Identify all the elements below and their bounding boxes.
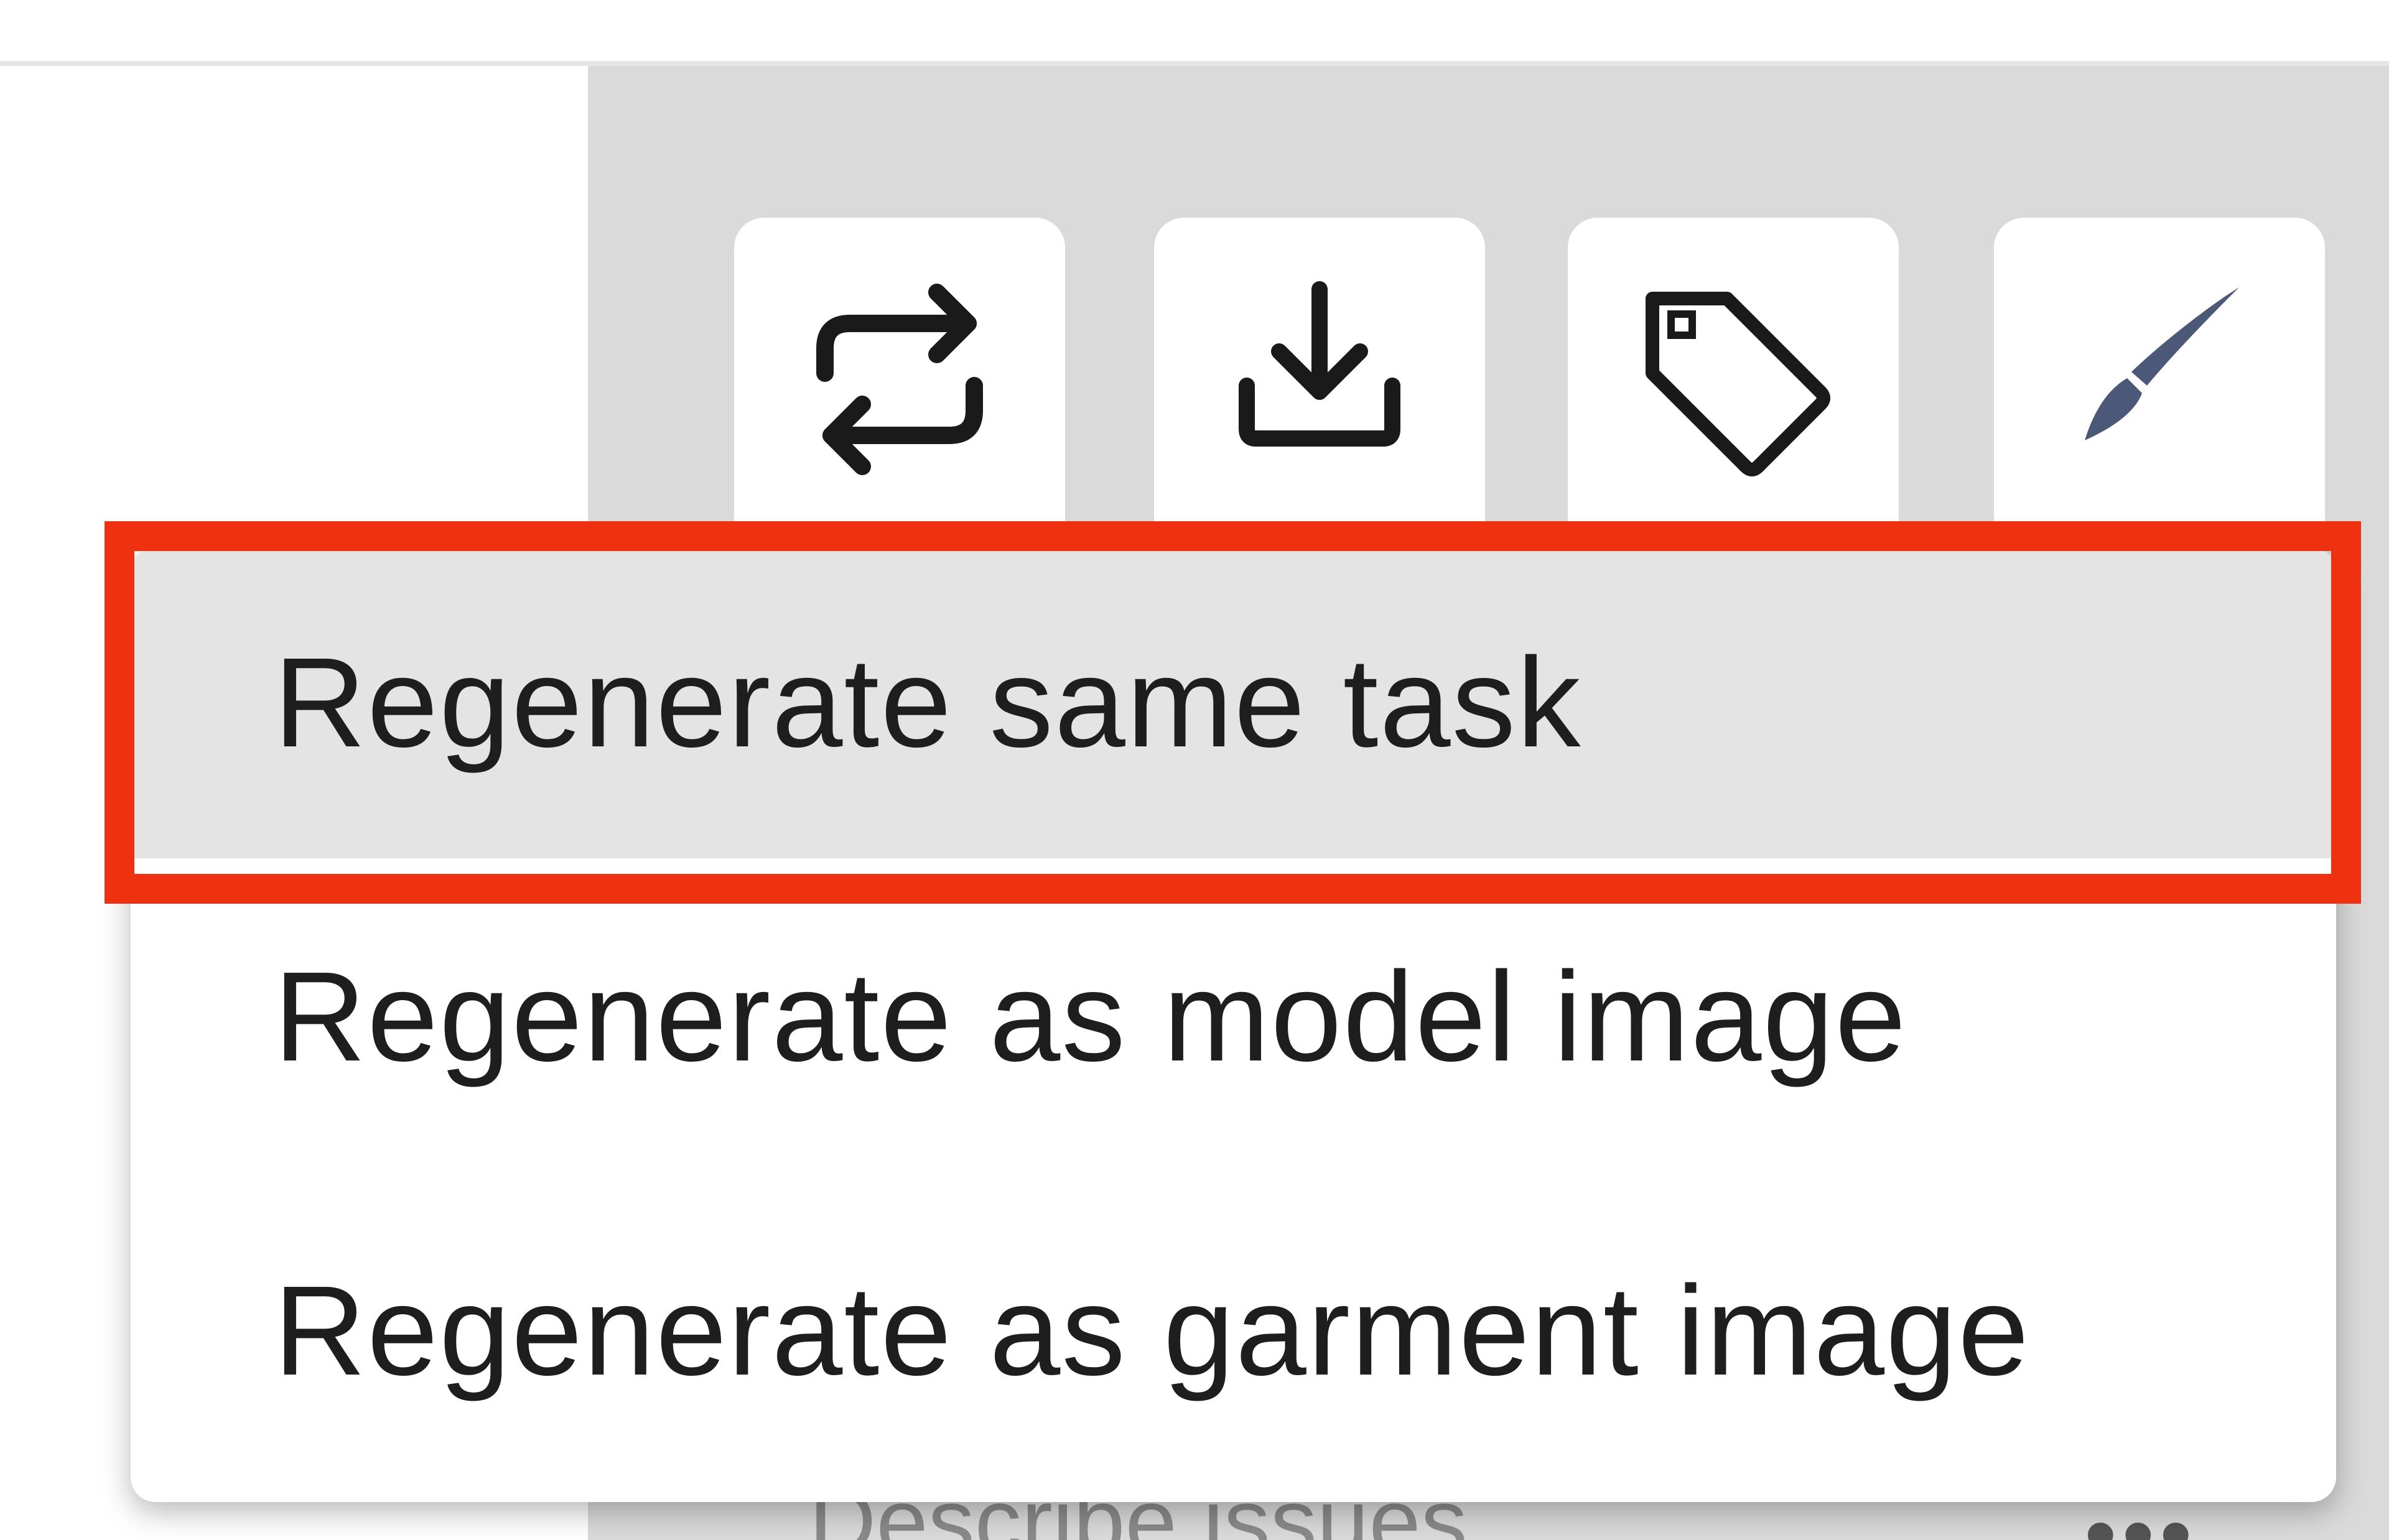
screen: Describe issues ••• Regenerate same task…: [0, 0, 2389, 1540]
menu-item-label: Regenerate as garment image: [274, 1259, 2031, 1402]
brush-icon: [2085, 287, 2239, 440]
edit-button[interactable]: [1994, 218, 2325, 566]
repeat-icon: [816, 284, 983, 475]
menu-item-label: Regenerate as model image: [274, 945, 1907, 1088]
download-button[interactable]: [1154, 218, 1485, 566]
menu-item-regenerate-same-task[interactable]: Regenerate same task: [131, 547, 2336, 858]
regenerate-button[interactable]: [734, 218, 1065, 566]
tag-button[interactable]: [1568, 218, 1899, 566]
download-icon: [1239, 281, 1400, 447]
menu-item-label: Regenerate same task: [274, 631, 1582, 774]
tag-icon: [1646, 292, 1830, 476]
menu-item-regenerate-model-image[interactable]: Regenerate as model image: [131, 861, 2336, 1172]
top-divider: [0, 61, 2389, 66]
regenerate-menu: Regenerate same task Regenerate as model…: [131, 547, 2336, 1502]
menu-item-regenerate-garment-image[interactable]: Regenerate as garment image: [131, 1176, 2336, 1487]
